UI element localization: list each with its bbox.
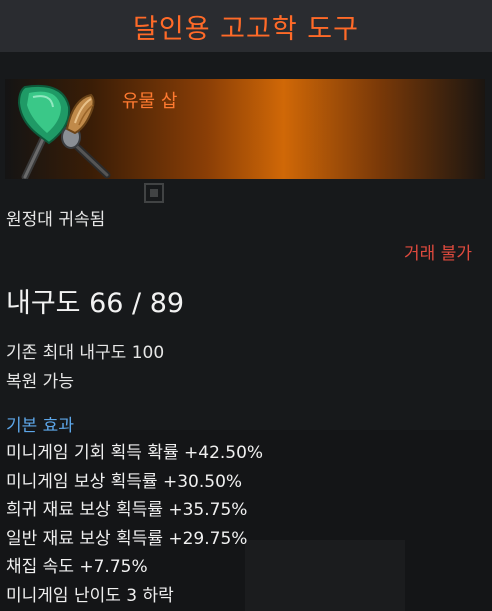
item-tooltip: 달인용 고고학 도구 유물 삽 원정대 귀속됨 거래 불가 내구도 66 / 8… [0, 0, 492, 611]
durability: 내구도 66 / 89 [6, 288, 185, 319]
effect-item: 미니게임 보상 획득률 +30.50% [6, 471, 243, 492]
tooltip-title-bar: 달인용 고고학 도구 [0, 0, 492, 52]
faded-square-icon [143, 182, 165, 204]
existing-max-durability: 기존 최대 내구도 100 [6, 343, 165, 363]
shovel-and-brush-icon [5, 79, 115, 181]
bind-status: 원정대 귀속됨 [6, 210, 106, 230]
effect-item: 미니게임 기회 획득 확률 +42.50% [6, 443, 264, 463]
item-name: 유물 삽 [122, 91, 178, 112]
effect-item: 희귀 재료 보상 획득률 +35.75% [6, 500, 248, 521]
item-header: 유물 삽 [5, 79, 485, 181]
restorable-status: 복원 가능 [6, 372, 74, 392]
effect-item: 일반 재료 보상 획득률 +29.75% [6, 528, 248, 549]
effect-item: 채집 속도 +7.75% [6, 557, 148, 578]
trade-status: 거래 불가 [404, 244, 472, 264]
basic-effects-header: 기본 효과 [6, 416, 74, 436]
effect-item: 미니게임 난이도 3 하락 [6, 585, 174, 606]
tooltip-title: 달인용 고고학 도구 [133, 13, 359, 45]
basic-effects-list: 미니게임 기회 획득 확률 +42.50% 미니게임 보상 획득률 +30.50… [6, 440, 263, 611]
background-overlay [245, 540, 405, 611]
